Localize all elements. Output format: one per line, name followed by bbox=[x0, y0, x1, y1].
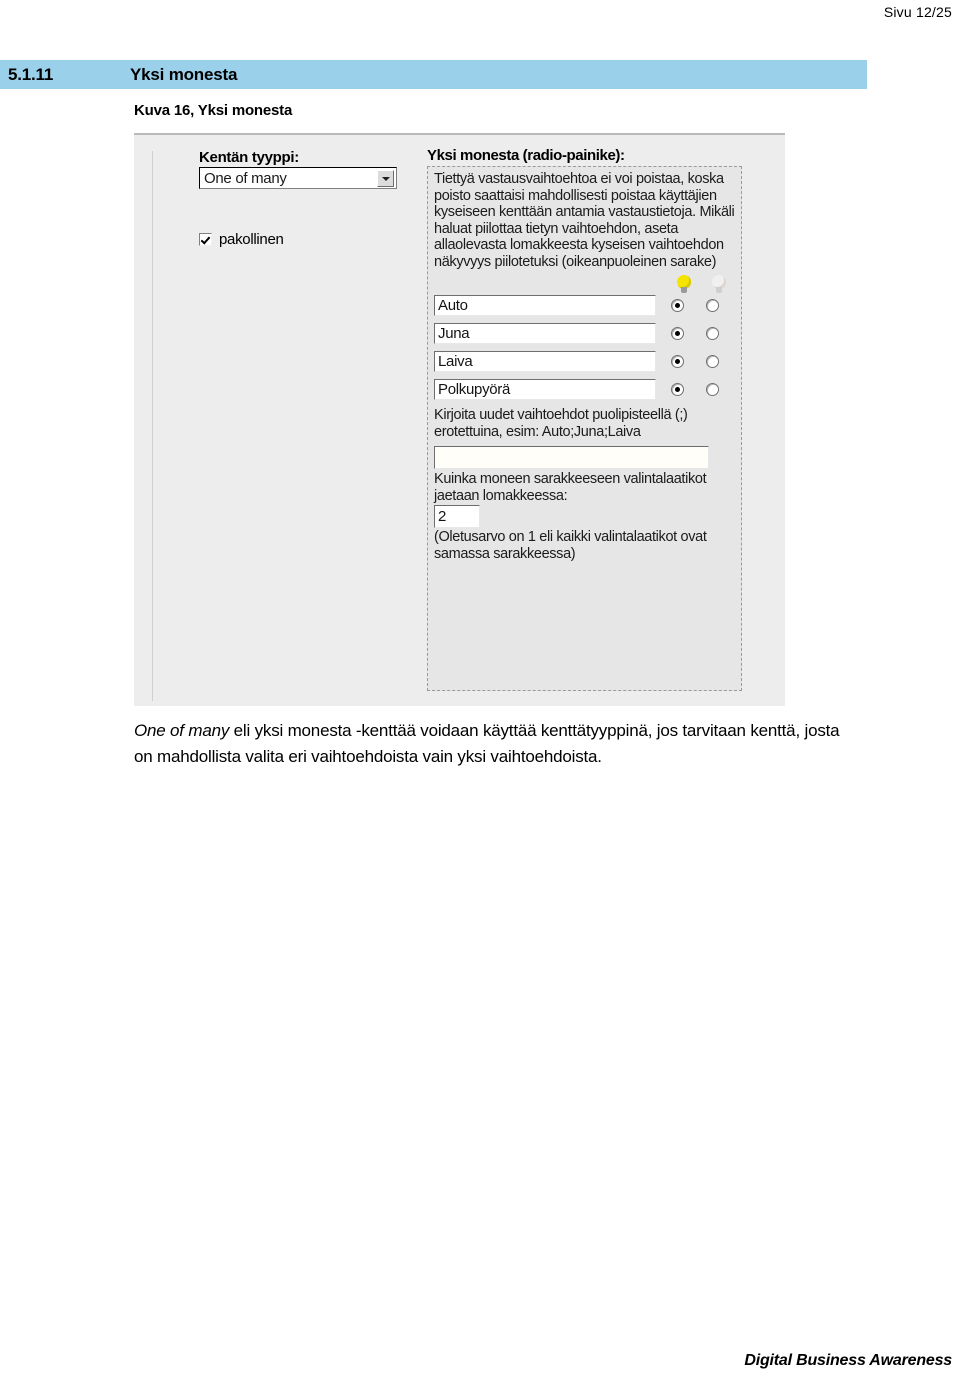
option-row: Polkupyörä bbox=[434, 379, 735, 400]
option-value-input[interactable]: Auto bbox=[434, 295, 656, 316]
option-visible-radio[interactable] bbox=[671, 383, 684, 396]
new-options-help-text: Kirjoita uudet vaihtoehdot puolipisteell… bbox=[434, 407, 688, 440]
radio-options-panel: Yksi monesta (radio-painike): Tiettyä va… bbox=[427, 147, 742, 691]
radio-group-help-text: Tiettyä vastausvaihtoehtoa ei voi poista… bbox=[434, 171, 735, 270]
lightbulb-off-icon bbox=[711, 275, 727, 295]
field-type-select[interactable]: One of many bbox=[199, 167, 397, 189]
body-paragraph-text: eli yksi monesta -kenttää voidaan käyttä… bbox=[134, 721, 840, 766]
required-checkbox[interactable] bbox=[199, 233, 212, 246]
field-settings-panel: Kentän tyyppi: One of many pakollinen bbox=[199, 149, 414, 248]
option-hidden-radio[interactable] bbox=[706, 383, 719, 396]
option-hidden-radio[interactable] bbox=[706, 355, 719, 368]
section-number: 5.1.11 bbox=[8, 64, 54, 84]
option-hidden-radio[interactable] bbox=[706, 299, 719, 312]
figure-caption: Kuva 16, Yksi monesta bbox=[134, 102, 293, 119]
figure-screenshot: Kentän tyyppi: One of many pakollinen Yk… bbox=[134, 133, 785, 706]
page-number: Sivu 12/25 bbox=[883, 4, 952, 20]
screenshot-surface: Kentän tyyppi: One of many pakollinen Yk… bbox=[134, 139, 781, 706]
panel-divider bbox=[152, 151, 153, 701]
columns-label: Kuinka moneen sarakkeeseen valintalaatik… bbox=[434, 471, 707, 504]
page-footer: Digital Business Awareness bbox=[744, 1352, 952, 1369]
field-type-selected-value: One of many bbox=[204, 169, 287, 187]
option-row: Juna bbox=[434, 323, 735, 344]
body-emphasis: One of many bbox=[134, 721, 230, 740]
columns-count-input[interactable]: 2 bbox=[434, 505, 480, 528]
required-checkbox-row[interactable]: pakollinen bbox=[199, 231, 414, 248]
option-visible-radio[interactable] bbox=[671, 327, 684, 340]
columns-note: (Oletusarvo on 1 eli kaikki valintalaati… bbox=[434, 529, 707, 562]
option-value-input[interactable]: Laiva bbox=[434, 351, 656, 372]
option-row: Laiva bbox=[434, 351, 735, 372]
field-type-label: Kentän tyyppi: bbox=[199, 149, 299, 166]
chevron-down-icon[interactable] bbox=[377, 170, 394, 187]
option-row: Auto bbox=[434, 295, 735, 316]
visibility-column-headers bbox=[434, 273, 735, 295]
option-visible-radio[interactable] bbox=[671, 355, 684, 368]
radio-group-fieldset: Tiettyä vastausvaihtoehtoa ei voi poista… bbox=[427, 166, 742, 691]
option-hidden-radio[interactable] bbox=[706, 327, 719, 340]
lightbulb-on-icon bbox=[676, 275, 692, 295]
option-value-input[interactable]: Polkupyörä bbox=[434, 379, 656, 400]
radio-group-title: Yksi monesta (radio-painike): bbox=[427, 147, 625, 164]
option-visible-radio[interactable] bbox=[671, 299, 684, 312]
option-value-input[interactable]: Juna bbox=[434, 323, 656, 344]
required-checkbox-label: pakollinen bbox=[219, 231, 284, 248]
body-paragraph: One of many eli yksi monesta -kenttää vo… bbox=[134, 718, 844, 770]
section-heading-band: 5.1.11 Yksi monesta bbox=[0, 60, 867, 89]
new-options-input[interactable] bbox=[434, 446, 709, 469]
section-title: Yksi monesta bbox=[130, 64, 238, 84]
